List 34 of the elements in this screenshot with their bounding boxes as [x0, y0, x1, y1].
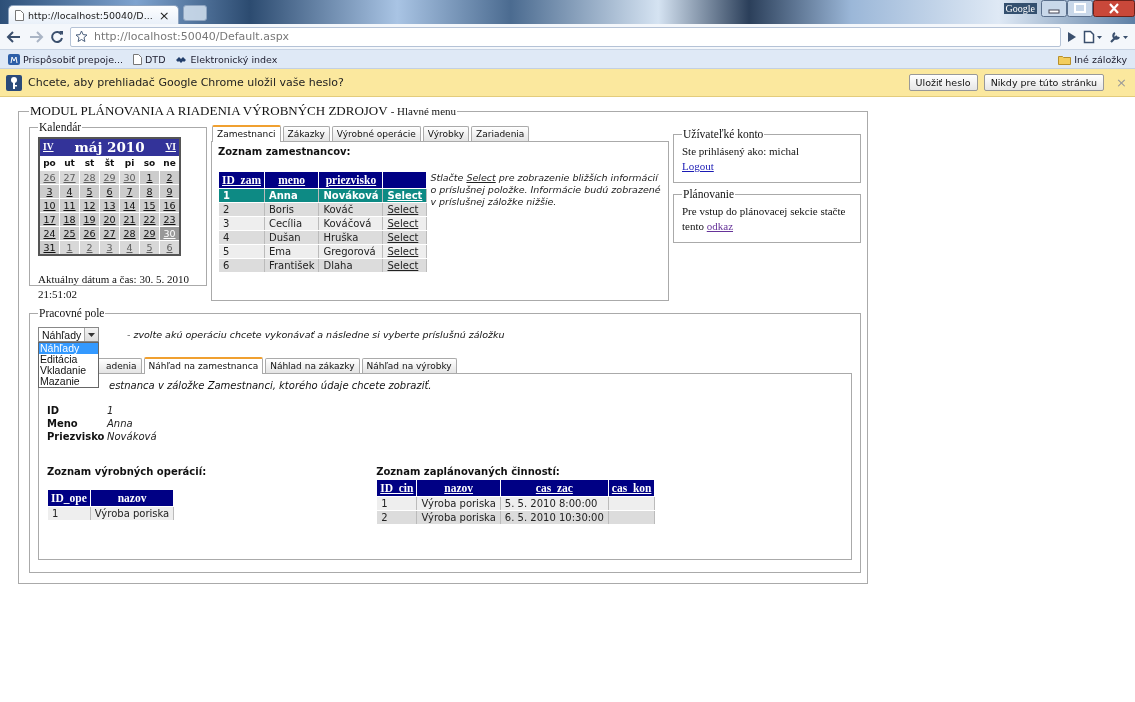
infobar-message: Chcete, aby prehliadač Google Chrome uložil vaše heslo? [28, 76, 345, 89]
brand-label: Google [1003, 3, 1037, 14]
column-header: nazov [90, 489, 174, 507]
title-text: MODUL PLÁNOVANIA A RIADENIA VÝROBNÝCH ZDROJOV [30, 103, 388, 118]
weekday-label: pi [119, 156, 140, 171]
weekday-label: ne [159, 156, 180, 171]
month-title: máj 2010 [74, 141, 145, 154]
detail-label: ID [47, 405, 61, 416]
tab-title: http://localhost:50040/D... [28, 9, 153, 21]
instruction-text: estnanca v záložke Zamestnanci, ktorého údaje chcete zobraziť. [109, 379, 433, 391]
planning-text: Pre vstup do plánovacej sekcie stačte tento odkaz [682, 204, 847, 234]
bookmark-label: Iné záložky [1074, 53, 1127, 65]
account-legend: Užívateľké konto [682, 127, 765, 142]
workspace-legend: Pracovné pole [38, 307, 106, 319]
calendar-legend: Kalendár [38, 121, 83, 133]
dropdown-value: Náhľady [42, 328, 83, 341]
list-heading: Zoznam zamestnancov: [218, 146, 352, 157]
instruction-note: Stlačte Select pre zobrazenie bližších informácií o príslušnej položke. Informácie budú zobrazené v príslušnej záložke nižšie. [430, 172, 662, 208]
current-datetime: Aktuálny dátum a čas: 30. 5. 2010 21:51:02 [38, 272, 190, 302]
operation-hint: - zvolte akú operáciu chcete vykonávať a následne si vyberte príslušnú záložku [127, 329, 505, 340]
url-text: http://localhost:50040/Default.aspx [94, 30, 290, 43]
subtitle-text: - Hlavné menu [390, 105, 457, 117]
bookmark-label: DTD [145, 53, 166, 65]
table-title: Zoznam výrobných operácií: [47, 466, 207, 477]
detail-label: Priezvisko [47, 431, 106, 442]
table-title: Zoznam zaplánovaných činností: [376, 466, 561, 477]
login-status: Ste prihlásený ako: michal [682, 144, 800, 159]
planning-legend: Plánovanie [682, 187, 736, 202]
detail-value: Anna [107, 418, 134, 429]
column-header: ID_ope [47, 489, 91, 507]
detail-label: Meno [47, 418, 79, 429]
detail-value: Nováková [107, 431, 157, 442]
detail-value: 1 [107, 405, 115, 416]
weekday-label: po [39, 156, 60, 171]
